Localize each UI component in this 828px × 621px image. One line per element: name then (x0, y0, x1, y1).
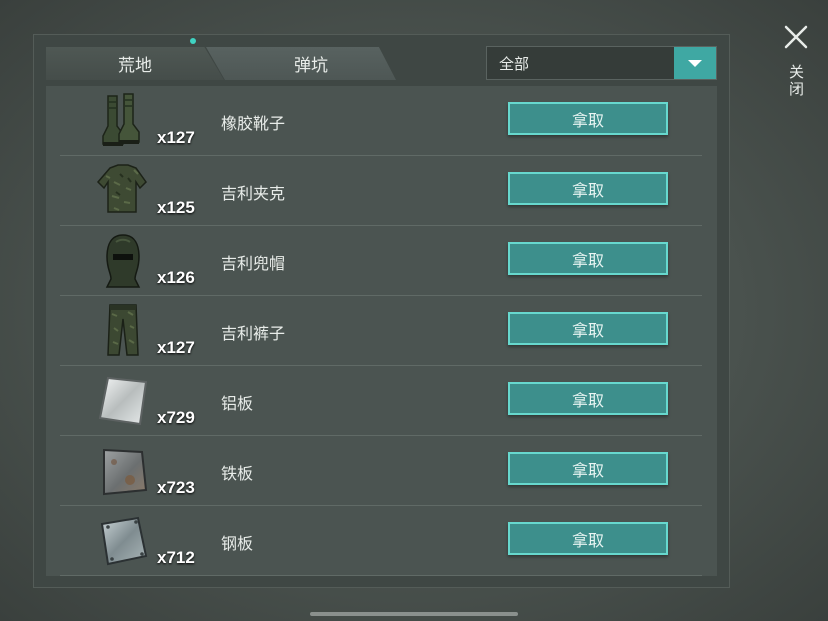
take-button[interactable]: 拿取 (508, 452, 668, 485)
tab-wasteland-label: 荒地 (118, 56, 152, 76)
close-label[interactable]: 关闭 (785, 64, 807, 98)
item-list[interactable]: x127 橡胶靴子 拿取 x125 吉利夹克 拿取 x126 吉利兜帽 拿取 x… (46, 86, 717, 576)
take-button[interactable]: 拿取 (508, 102, 668, 135)
close-icon[interactable] (783, 24, 809, 50)
item-name: 吉利夹克 (221, 184, 286, 203)
ghillie-pants-icon (94, 302, 152, 360)
inventory-panel: 荒地 弹坑 全部 x127 橡胶靴子 拿取 x125 吉利夹克 拿取 x126 … (33, 34, 730, 588)
item-name: 吉利裤子 (221, 324, 286, 343)
item-name: 铁板 (221, 464, 254, 483)
aluminum-plate-icon (94, 372, 152, 430)
item-name: 橡胶靴子 (221, 114, 286, 133)
list-item: x723 铁板 拿取 (60, 436, 702, 506)
item-count: x712 (157, 548, 195, 567)
list-item: x127 吉利裤子 拿取 (60, 296, 702, 366)
item-count: x126 (157, 268, 195, 287)
list-item: x126 吉利兜帽 拿取 (60, 226, 702, 296)
item-count: x125 (157, 198, 195, 217)
item-count: x127 (157, 128, 195, 147)
iron-plate-icon (94, 442, 152, 500)
list-item: x125 吉利夹克 拿取 (60, 156, 702, 226)
tab-crater[interactable]: 弹坑 (206, 47, 396, 80)
list-item: x712 钢板 拿取 (60, 506, 702, 576)
take-button[interactable]: 拿取 (508, 382, 668, 415)
item-count: x127 (157, 338, 195, 357)
item-name: 钢板 (221, 534, 254, 553)
list-item: x127 橡胶靴子 拿取 (60, 86, 702, 156)
chevron-down-icon (688, 59, 702, 67)
item-name: 吉利兜帽 (221, 254, 286, 273)
rubber-boots-icon (94, 92, 152, 150)
home-indicator[interactable] (310, 612, 518, 616)
take-button[interactable]: 拿取 (508, 522, 668, 555)
tab-wasteland[interactable]: 荒地 (46, 47, 224, 80)
take-button[interactable]: 拿取 (508, 172, 668, 205)
take-button[interactable]: 拿取 (508, 312, 668, 345)
item-count: x729 (157, 408, 195, 427)
tab-crater-label: 弹坑 (294, 56, 328, 76)
item-count: x723 (157, 478, 195, 497)
new-indicator-dot (190, 38, 196, 44)
filter-selected-value: 全部 (499, 54, 530, 73)
ghillie-jacket-icon (94, 162, 152, 220)
list-item: x729 铝板 拿取 (60, 366, 702, 436)
filter-dropdown[interactable]: 全部 (486, 46, 717, 80)
steel-plate-icon (94, 512, 152, 570)
item-name: 铝板 (221, 394, 254, 413)
take-button[interactable]: 拿取 (508, 242, 668, 275)
dropdown-toggle-button[interactable] (674, 47, 716, 79)
ghillie-hood-icon (94, 232, 152, 290)
